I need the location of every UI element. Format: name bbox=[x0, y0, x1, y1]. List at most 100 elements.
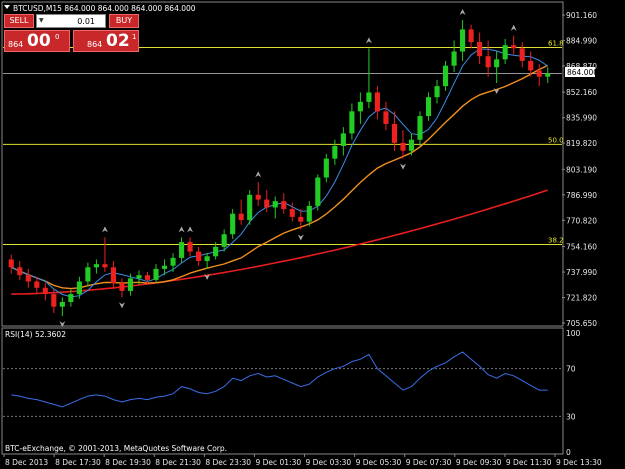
x-tick-label: 9 Dec 11:30 bbox=[506, 458, 552, 467]
symbol-info: BTCUSD,M15 864.000 864.000 864.000 864.0… bbox=[13, 4, 196, 13]
candle-body bbox=[289, 209, 295, 217]
candle-body bbox=[170, 257, 176, 266]
y-tick-label: 721.820 bbox=[566, 294, 597, 303]
spinner-icon[interactable]: ▼ bbox=[39, 17, 44, 24]
candle-body bbox=[332, 146, 338, 159]
fractal-down-arrow bbox=[297, 234, 304, 241]
candle-body bbox=[425, 97, 432, 117]
x-tick-label: 8 Dec 23:30 bbox=[205, 458, 251, 467]
fractal-up-arrow bbox=[510, 24, 517, 31]
fractal-up-arrow bbox=[459, 8, 466, 15]
candle-body bbox=[434, 86, 440, 98]
candle-body bbox=[161, 265, 168, 269]
candle-body bbox=[213, 246, 219, 257]
candle-body bbox=[383, 111, 389, 124]
x-axis: 8 Dec 2013 8 Dec 17:30 8 Dec 19:30 8 Dec 21… bbox=[3, 454, 602, 467]
candle-body bbox=[349, 111, 355, 134]
candle-body bbox=[340, 133, 346, 147]
rsi-label: RSI(14) 52.3602 bbox=[5, 330, 66, 339]
price-chart: 61.850.038.2 901.160884.990868.870852.16… bbox=[1, 1, 602, 467]
candle-body bbox=[68, 294, 74, 302]
y-tick-label: 884.990 bbox=[566, 36, 597, 45]
candle-body bbox=[51, 294, 57, 307]
rsi-level-label: 0 bbox=[566, 448, 571, 457]
candle-body bbox=[306, 205, 312, 222]
candle-body bbox=[443, 65, 449, 87]
buy-price-big: 02 bbox=[106, 31, 130, 51]
x-tick-label: 8 Dec 21:30 bbox=[155, 458, 201, 467]
candle-body bbox=[42, 287, 48, 295]
candle-body bbox=[451, 51, 457, 66]
sell-price-box[interactable]: 864 00 0 bbox=[4, 30, 70, 52]
copyright: BTC-eExchange, © 2001-2013, MetaQuotes S… bbox=[5, 444, 227, 453]
candle-body bbox=[153, 268, 159, 280]
y-tick-label: 705.650 bbox=[566, 319, 597, 328]
candle-body bbox=[119, 283, 125, 291]
y-tick-label: 754.160 bbox=[566, 243, 597, 252]
moving-averages bbox=[11, 48, 549, 298]
candle-body bbox=[187, 242, 193, 252]
candle-body bbox=[144, 275, 151, 280]
buy-button[interactable]: BUY bbox=[109, 14, 139, 28]
candle-body bbox=[255, 194, 261, 200]
candle-body bbox=[264, 199, 270, 208]
candle-body bbox=[230, 213, 236, 235]
candle-body bbox=[127, 278, 134, 291]
rsi-panel bbox=[1, 327, 564, 455]
candle-body bbox=[315, 177, 321, 206]
rsi-level-label: 100 bbox=[566, 329, 581, 338]
x-tick-label: 8 Dec 2013 bbox=[5, 458, 48, 467]
one-click-trading-panel: SELL ▼ BUY 864 00 0 864 02 1 bbox=[4, 14, 139, 54]
x-tick-label: 9 Dec 01:30 bbox=[255, 458, 301, 467]
candle-body bbox=[59, 301, 65, 307]
rsi-level-label: 70 bbox=[566, 365, 576, 374]
fractal-up-arrow bbox=[178, 226, 185, 233]
candle-body bbox=[238, 213, 244, 221]
y-tick-label: 737.990 bbox=[566, 268, 597, 277]
candle-body bbox=[25, 275, 31, 282]
candle-body bbox=[417, 116, 423, 140]
candle-body bbox=[272, 201, 278, 208]
collapse-icon[interactable] bbox=[4, 5, 10, 9]
candle-body bbox=[468, 29, 474, 43]
sell-price-big: 00 bbox=[27, 31, 51, 51]
candle-body bbox=[281, 201, 287, 210]
candle-body bbox=[357, 101, 363, 112]
y-tick-label: 786.990 bbox=[566, 191, 597, 200]
buy-price-prefix: 864 bbox=[87, 40, 103, 49]
candle-body bbox=[8, 259, 14, 268]
fib-label: 61.8 bbox=[548, 40, 564, 48]
y-tick-label: 770.820 bbox=[566, 216, 597, 225]
y-tick-label: 852.160 bbox=[566, 88, 597, 97]
rsi-indicator: 100 70 30 0 bbox=[3, 329, 581, 457]
candle-body bbox=[391, 123, 398, 143]
candle-body bbox=[34, 281, 40, 288]
candle-body bbox=[494, 59, 500, 68]
x-tick-label: 9 Dec 07:30 bbox=[406, 458, 452, 467]
sell-price-sup: 0 bbox=[55, 33, 60, 41]
candle-body bbox=[93, 264, 99, 268]
x-tick-label: 9 Dec 05:30 bbox=[356, 458, 402, 467]
y-axis: 901.160884.990868.870852.160835.990819.8… bbox=[562, 11, 597, 328]
fractal-up-arrow bbox=[101, 226, 108, 233]
x-tick-label: 9 Dec 13:30 bbox=[556, 458, 602, 467]
volume-input[interactable] bbox=[36, 14, 106, 28]
candle-body bbox=[366, 92, 372, 102]
sell-button[interactable]: SELL bbox=[4, 14, 34, 28]
candle-body bbox=[76, 281, 82, 295]
fib-label: 50.0 bbox=[548, 136, 564, 144]
candle-body bbox=[519, 48, 525, 61]
candle-body bbox=[196, 251, 202, 262]
x-tick-label: 9 Dec 09:30 bbox=[456, 458, 502, 467]
candle-body bbox=[85, 267, 91, 282]
fractal-down-arrow bbox=[118, 302, 125, 309]
ma-mid-line bbox=[11, 64, 549, 290]
buy-price-box[interactable]: 864 02 1 bbox=[73, 30, 139, 52]
candles bbox=[8, 19, 551, 317]
fractal-down-arrow bbox=[399, 163, 406, 170]
y-tick-label: 803.190 bbox=[566, 165, 597, 174]
ma-slow-line bbox=[11, 189, 548, 295]
ma-fast-line bbox=[11, 48, 548, 298]
candle-body bbox=[460, 29, 466, 52]
candle-body bbox=[545, 73, 551, 77]
